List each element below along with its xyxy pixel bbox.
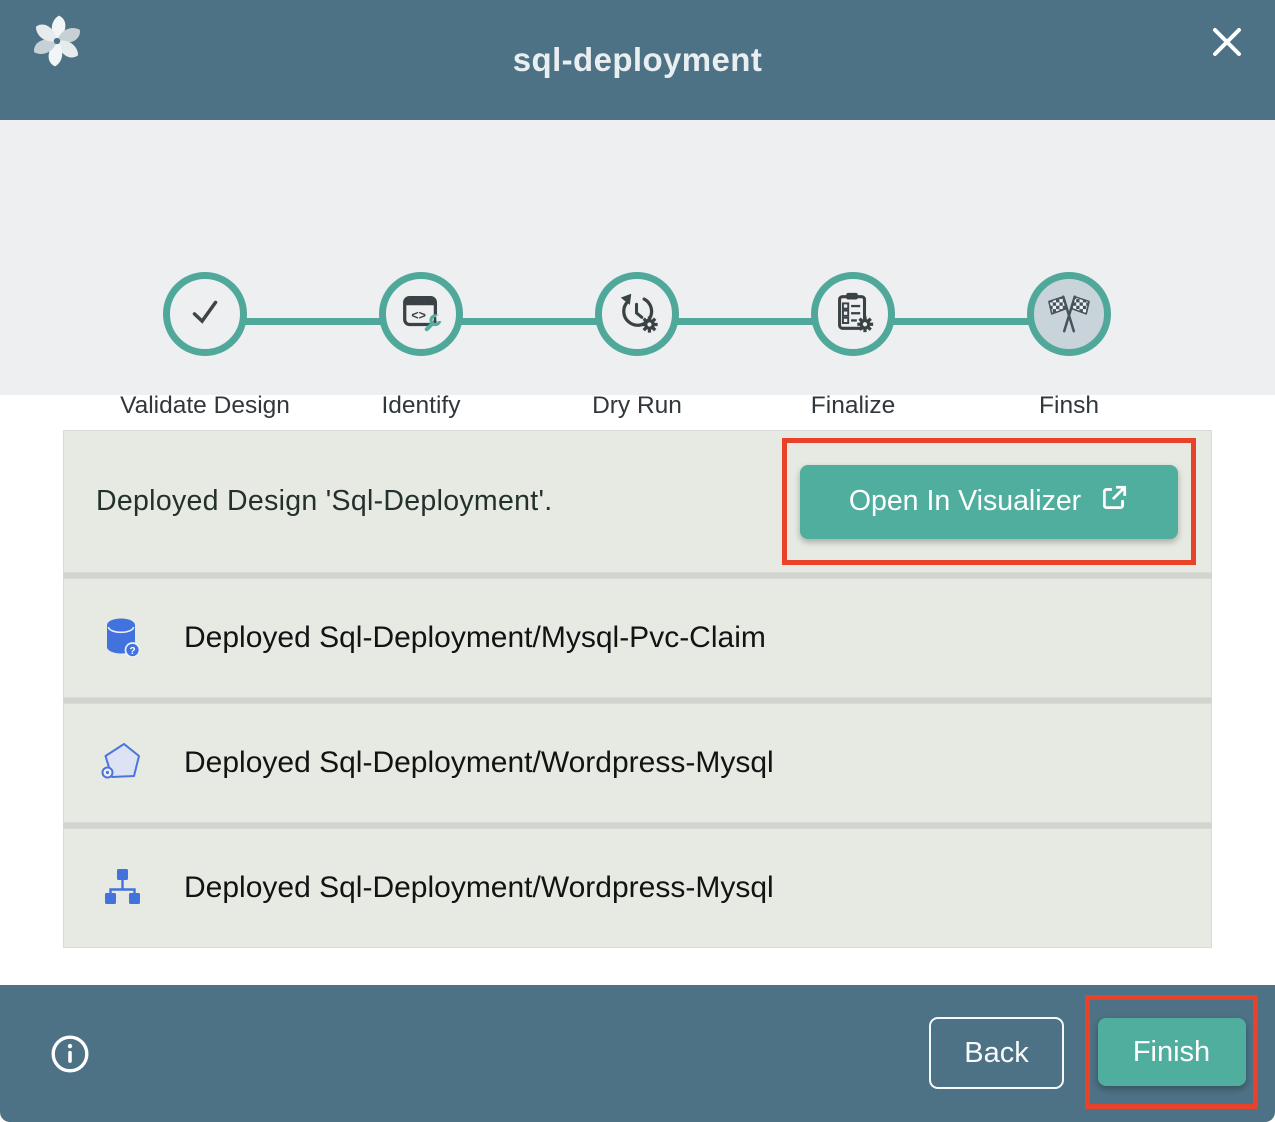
step-circle <box>595 272 679 356</box>
svg-text:?: ? <box>129 646 135 657</box>
step-circle <box>811 272 895 356</box>
external-link-icon <box>1099 483 1129 521</box>
code-window-wrench-icon: <> <box>398 289 444 340</box>
step-circle: <> <box>379 272 463 356</box>
open-in-visualizer-label: Open In Visualizer <box>849 485 1081 518</box>
result-text: Deployed Sql-Deployment/Mysql-Pvc-Claim <box>184 621 766 655</box>
annotation-open-in-visualizer: Open In Visualizer <box>782 438 1196 565</box>
modal-header: sql-deployment <box>0 0 1275 120</box>
check-icon <box>182 289 228 340</box>
step-label: Finsh <box>982 387 1157 425</box>
clipboard-gear-icon <box>830 289 876 340</box>
result-row-wordpress-mysql: Deployed Sql-Deployment/Wordpress-Mysql <box>63 703 1212 823</box>
step-label: Dry Run <box>550 387 725 425</box>
info-button[interactable] <box>49 1033 91 1075</box>
result-row-wordpress-mysql-2: Deployed Sql-Deployment/Wordpress-Mysql <box>63 828 1212 948</box>
step-circle <box>1027 272 1111 356</box>
close-icon <box>1207 50 1247 65</box>
step-label: Validate Design <box>118 387 293 425</box>
result-text: Deployed Sql-Deployment/Wordpress-Mysql <box>184 871 774 905</box>
info-icon <box>49 1063 91 1078</box>
open-in-visualizer-button[interactable]: Open In Visualizer <box>800 465 1178 539</box>
finish-button[interactable]: Finish <box>1098 1018 1246 1086</box>
finish-button-label: Finish <box>1133 1036 1210 1068</box>
hierarchy-icon <box>98 864 146 912</box>
annotation-finish: Finish <box>1085 995 1258 1109</box>
modal-footer: Back Finish <box>0 985 1275 1122</box>
results-panel: Deployed Design 'Sql-Deployment'. Open I… <box>0 430 1275 948</box>
meshery-logo-icon <box>28 12 86 70</box>
deployment-message-row: Deployed Design 'Sql-Deployment'. Open I… <box>63 430 1212 573</box>
modal-title: sql-deployment <box>513 41 762 79</box>
close-button[interactable] <box>1205 20 1249 64</box>
step-circle <box>163 272 247 356</box>
result-text: Deployed Sql-Deployment/Wordpress-Mysql <box>184 746 774 780</box>
deployment-message: Deployed Design 'Sql-Deployment'. <box>96 485 552 518</box>
history-gear-icon <box>614 289 660 340</box>
back-button-label: Back <box>964 1037 1028 1069</box>
database-question-icon: ? <box>98 614 146 662</box>
back-button[interactable]: Back <box>929 1017 1064 1089</box>
checkered-flags-icon <box>1046 289 1092 340</box>
deployment-stepper: Validate Design <> Identify Environments <box>0 120 1275 395</box>
svg-text:<>: <> <box>411 308 426 322</box>
result-row-pvc-claim: ? Deployed Sql-Deployment/Mysql-Pvc-Clai… <box>63 578 1212 698</box>
pentagon-icon <box>98 739 146 787</box>
